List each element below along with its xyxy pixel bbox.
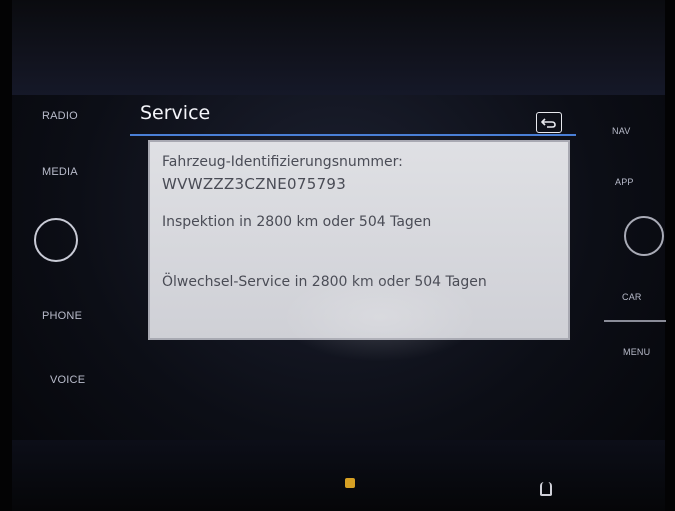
inspection-info: Inspektion in 2800 km oder 504 Tagen xyxy=(162,214,432,230)
vin-value: WVWZZZ3CZNE075793 xyxy=(162,175,347,193)
title-underline xyxy=(130,134,576,136)
bottom-indicator xyxy=(345,478,355,488)
volume-knob[interactable] xyxy=(34,218,78,262)
media-button[interactable]: MEDIA xyxy=(42,166,78,178)
oil-service-info: Ölwechsel-Service in 2800 km oder 504 Ta… xyxy=(162,274,487,290)
left-edge xyxy=(0,0,12,511)
service-info-panel: Fahrzeug-Identifizierungsnummer: WVWZZZ3… xyxy=(148,140,570,340)
voice-button[interactable]: VOICE xyxy=(50,374,85,386)
radio-button[interactable]: RADIO xyxy=(42,110,78,122)
vin-label: Fahrzeug-Identifizierungsnummer: xyxy=(162,154,403,170)
nav-button[interactable]: NAV xyxy=(612,126,630,136)
menu-button[interactable]: MENU xyxy=(623,347,650,357)
back-button[interactable] xyxy=(536,112,562,133)
right-edge xyxy=(665,0,675,511)
right-divider xyxy=(604,320,666,322)
tuning-knob[interactable] xyxy=(624,216,664,256)
page-title: Service xyxy=(140,102,211,124)
app-button[interactable]: APP xyxy=(615,177,634,187)
top-bezel xyxy=(0,0,675,95)
back-arrow-icon xyxy=(541,117,556,128)
car-button[interactable]: CAR xyxy=(622,292,642,302)
infotainment-screen: Service Fahrzeug-Identifizierungsnummer:… xyxy=(130,92,585,362)
bottom-glyph xyxy=(540,482,552,496)
bottom-bezel xyxy=(0,440,675,511)
car-infotainment-photo: RADIO MEDIA PHONE VOICE NAV APP CAR MENU… xyxy=(0,0,675,511)
phone-button[interactable]: PHONE xyxy=(42,310,82,322)
